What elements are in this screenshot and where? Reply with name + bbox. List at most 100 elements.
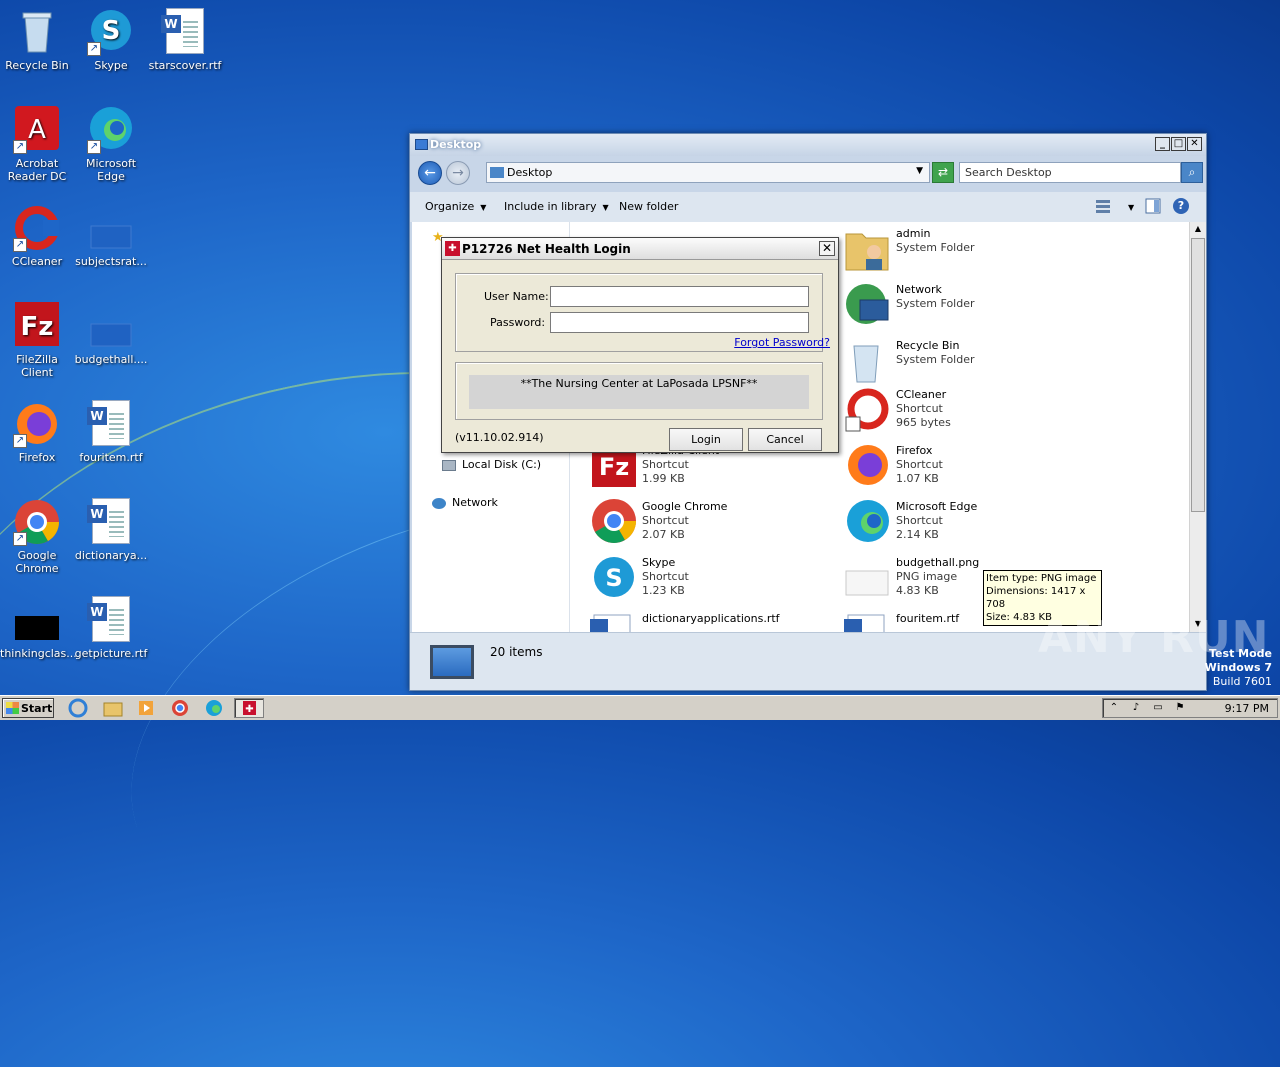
desktop-icon-starscover[interactable]: W starscover.rtf (148, 8, 222, 72)
network-icon (432, 497, 446, 509)
desktop-icon-fouritem[interactable]: W fouritem.rtf (74, 400, 148, 464)
show-hidden-icons-icon[interactable]: ⌃ (1107, 702, 1121, 714)
file-type: Shortcut (642, 458, 689, 471)
file-item-budgethall[interactable]: budgethall.png PNG image 4.83 KB (844, 555, 994, 605)
search-input[interactable]: Search Desktop (959, 162, 1181, 183)
desktop-icon-thinkingclas[interactable]: thinkingclas... (0, 596, 77, 660)
view-options-icon[interactable] (1095, 198, 1111, 214)
shortcut-arrow-icon: ↗ (87, 140, 101, 154)
file-type: System Folder (896, 297, 975, 310)
vertical-scrollbar[interactable]: ▲ ▼ (1189, 222, 1206, 632)
desktop-icon-recycle-bin[interactable]: Recycle Bin (0, 8, 74, 72)
desktop-icon-subjectsrat[interactable]: subjectsrat... (74, 204, 148, 268)
taskbar-edge-icon[interactable] (204, 698, 228, 718)
help-icon[interactable]: ? (1173, 198, 1189, 214)
explorer-titlebar[interactable]: Desktop _ □ ✕ (410, 134, 1206, 156)
forgot-password-link[interactable]: Forgot Password? (734, 336, 830, 349)
item-count: 20 items (490, 645, 543, 659)
desktop-icon-ccleaner[interactable]: ↗ CCleaner (0, 204, 74, 268)
file-item-network[interactable]: Network System Folder (844, 282, 994, 332)
desktop-icon-dictionarya[interactable]: W dictionarya... (74, 498, 148, 562)
search-icon[interactable]: ⌕ (1181, 162, 1203, 183)
chrome-icon (590, 499, 636, 545)
volume-icon[interactable]: ♪ (1129, 702, 1143, 714)
test-mode-watermark: Test Mode Windows 7 Build 7601 (1205, 647, 1272, 689)
forward-button[interactable]: → (446, 161, 470, 185)
address-field[interactable]: Desktop ▼ (486, 162, 930, 183)
edge-icon: ↗ (87, 106, 135, 154)
desktop-icon-label: FileZilla Client (16, 353, 58, 379)
chevron-down-icon: ▼ (1128, 203, 1135, 212)
file-item-dictionaryapplications[interactable]: dictionaryapplications.rtf (590, 611, 790, 632)
taskbar-ie-icon[interactable] (68, 698, 92, 718)
facility-group: **The Nursing Center at LaPosada LPSNF** (455, 362, 823, 420)
clock[interactable]: 9:17 PM (1225, 702, 1269, 715)
svg-text:S: S (102, 16, 121, 46)
file-type: Shortcut (642, 514, 689, 527)
chevron-down-icon: ▼ (602, 203, 609, 212)
include-in-library-menu[interactable]: Include in library ▼ (504, 200, 609, 213)
svg-text:S: S (605, 564, 622, 592)
back-button[interactable]: ← (418, 161, 442, 185)
desktop-icon-chrome[interactable]: ↗ Google Chrome (0, 498, 74, 575)
minimize-button[interactable]: _ (1155, 137, 1170, 151)
file-name: Google Chrome (642, 500, 728, 513)
file-item-firefox[interactable]: Firefox Shortcut 1.07 KB (844, 443, 994, 493)
nav-item-network[interactable]: Network (432, 496, 498, 509)
file-item-chrome[interactable]: Google Chrome Shortcut 2.07 KB (590, 499, 740, 549)
shortcut-arrow-icon: ↗ (13, 140, 27, 154)
file-item-ccleaner[interactable]: CCleaner Shortcut 965 bytes (844, 387, 994, 437)
login-button[interactable]: Login (669, 428, 743, 451)
recycle-bin-icon (844, 338, 890, 384)
desktop-icon-edge[interactable]: ↗ Microsoft Edge (74, 106, 148, 183)
desktop-icon-skype[interactable]: S ↗ Skype (74, 8, 148, 72)
desktop-icon-budgethall[interactable]: budgethall.... (74, 302, 148, 366)
file-item-admin[interactable]: admin System Folder (844, 226, 994, 276)
taskbar-chrome-icon[interactable] (170, 698, 194, 718)
file-item-recycle-bin[interactable]: Recycle Bin System Folder (844, 338, 994, 388)
file-item-skype[interactable]: S Skype Shortcut 1.23 KB (590, 555, 740, 605)
scroll-up-arrow-icon[interactable]: ▲ (1190, 222, 1206, 237)
file-item-fouritem[interactable]: fouritem.rtf (844, 611, 994, 632)
password-field[interactable] (550, 312, 809, 333)
desktop-icon-getpicture[interactable]: W getpicture.rtf (74, 596, 148, 660)
drive-icon (442, 459, 456, 471)
word-doc-icon: W (87, 498, 135, 546)
cancel-button[interactable]: Cancel (748, 428, 822, 451)
chevron-down-icon: ▼ (480, 203, 487, 212)
taskbar-explorer-icon[interactable] (102, 698, 126, 718)
desktop-folder-icon (415, 139, 428, 150)
file-item-edge[interactable]: Microsoft Edge Shortcut 2.14 KB (844, 499, 994, 549)
network-tray-icon[interactable]: ▭ (1151, 702, 1165, 714)
desktop-icon-label: starscover.rtf (148, 59, 222, 72)
scrollbar-thumb[interactable] (1191, 238, 1205, 512)
desktop-icon-firefox[interactable]: ↗ Firefox (0, 400, 74, 464)
desktop-icon-label: Microsoft Edge (85, 157, 137, 183)
system-tray: ⌃ ♪ ▭ ⚑ 9:17 PM (1102, 698, 1278, 718)
firefox-icon: ↗ (13, 400, 61, 448)
file-size: 1.23 KB (642, 584, 685, 597)
dialog-titlebar[interactable]: ✚ P12726 Net Health Login ✕ (442, 238, 838, 260)
ccleaner-icon (844, 387, 890, 433)
view-dropdown[interactable]: ▼ (1122, 200, 1134, 213)
username-field[interactable] (550, 286, 809, 307)
chevron-down-icon[interactable]: ▼ (916, 166, 923, 176)
blank-file-icon (87, 204, 135, 252)
preview-pane-icon[interactable] (1145, 198, 1161, 214)
nav-item-local-disk[interactable]: Local Disk (C:) (442, 458, 541, 471)
close-button[interactable]: ✕ (1187, 137, 1202, 151)
login-dialog: ✚ P12726 Net Health Login ✕ User Name: P… (441, 237, 839, 453)
start-button[interactable]: Start (2, 698, 54, 718)
organize-menu[interactable]: Organize ▼ (425, 200, 486, 213)
dialog-close-button[interactable]: ✕ (819, 241, 835, 256)
desktop-icon-filezilla[interactable]: Fz FileZilla Client (0, 302, 74, 379)
taskbar-media-player-icon[interactable] (136, 698, 160, 718)
action-center-flag-icon[interactable]: ⚑ (1173, 702, 1187, 714)
desktop-icon-label: subjectsrat... (75, 255, 147, 268)
windows-flag-icon (6, 702, 19, 714)
new-folder-button[interactable]: New folder (619, 200, 678, 213)
maximize-button[interactable]: □ (1171, 137, 1186, 151)
refresh-button[interactable]: ⇄ (932, 162, 954, 183)
taskbar-net-health-button[interactable]: ✚ (234, 698, 264, 718)
desktop-icon-acrobat[interactable]: A ↗ Acrobat Reader DC (0, 106, 74, 183)
